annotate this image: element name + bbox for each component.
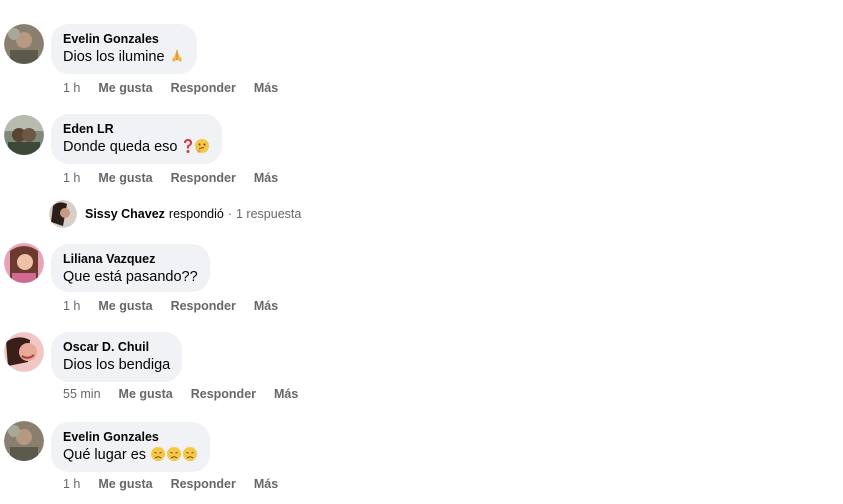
disappointed-face-icon — [150, 446, 166, 468]
comment-time[interactable]: 1 h — [63, 476, 80, 492]
replies-summary[interactable]: Sissy Chavez respondió · 1 respuesta — [49, 200, 301, 228]
comment-bubble: Liliana Vazquez Que está pasando?? — [51, 244, 210, 292]
avatar[interactable] — [4, 115, 44, 155]
comment-text-content: Donde queda eso — [63, 139, 178, 155]
comment-text: Qué lugar es — [63, 445, 198, 468]
more-button[interactable]: Más — [254, 170, 278, 186]
comment-text: Que está pasando?? — [63, 269, 198, 285]
comment-text-content: Dios los ilumine — [63, 49, 165, 65]
comment-time[interactable]: 1 h — [63, 170, 80, 186]
like-button[interactable]: Me gusta — [98, 298, 152, 314]
comment-text: Donde queda eso — [63, 137, 210, 160]
reply-button[interactable]: Responder — [171, 170, 236, 186]
red-question-mark-icon — [182, 138, 194, 160]
more-button[interactable]: Más — [254, 80, 278, 96]
comment-time[interactable]: 55 min — [63, 386, 101, 402]
disappointed-face-icon — [166, 446, 182, 468]
avatar[interactable] — [4, 421, 44, 461]
comment-author[interactable]: Evelin Gonzales — [63, 31, 185, 47]
comment-bubble: Oscar D. Chuil Dios los bendiga — [51, 332, 183, 382]
reply-button[interactable]: Responder — [191, 386, 256, 402]
comment-text: Dios los bendiga — [63, 357, 171, 373]
avatar[interactable] — [4, 24, 44, 64]
reply-button[interactable]: Responder — [171, 476, 236, 492]
like-button[interactable]: Me gusta — [98, 80, 152, 96]
more-button[interactable]: Más — [274, 386, 298, 402]
thinking-face-icon — [194, 138, 210, 160]
comment-bubble: Eden LR Donde queda eso — [51, 114, 222, 164]
more-button[interactable]: Más — [254, 298, 278, 314]
disappointed-face-icon — [182, 446, 198, 468]
comment-author[interactable]: Liliana Vazquez — [63, 251, 198, 267]
comment-author[interactable]: Eden LR — [63, 121, 210, 137]
comment-actions: 55 min Me gusta Responder Más — [63, 386, 316, 402]
comment-time[interactable]: 1 h — [63, 80, 80, 96]
comment-actions: 1 h Me gusta Responder Más — [63, 476, 296, 492]
reply-author: Sissy Chavez — [85, 207, 165, 221]
comment-author[interactable]: Oscar D. Chuil — [63, 339, 170, 355]
reply-button[interactable]: Responder — [171, 298, 236, 314]
reply-count: 1 respuesta — [236, 207, 302, 221]
comment-text-content: Qué lugar es — [63, 447, 147, 463]
comment-author[interactable]: Evelin Gonzales — [63, 429, 198, 445]
comment-actions: 1 h Me gusta Responder Más — [63, 80, 296, 96]
reply-verb: respondió — [168, 207, 224, 221]
comment-bubble: Evelin Gonzales Qué lugar es — [51, 422, 211, 472]
folded-hands-icon — [169, 48, 185, 70]
comment-actions: 1 h Me gusta Responder Más — [63, 298, 296, 314]
like-button[interactable]: Me gusta — [98, 170, 152, 186]
comment-text: Dios los ilumine — [63, 47, 185, 70]
comment-bubble: Evelin Gonzales Dios los ilumine — [51, 24, 197, 74]
reply-button[interactable]: Responder — [171, 80, 236, 96]
comment-actions: 1 h Me gusta Responder Más — [63, 170, 296, 186]
avatar[interactable] — [4, 243, 44, 283]
avatar — [49, 200, 77, 228]
comment-time[interactable]: 1 h — [63, 298, 80, 314]
like-button[interactable]: Me gusta — [119, 386, 173, 402]
more-button[interactable]: Más — [254, 476, 278, 492]
reply-separator: · — [227, 207, 232, 221]
like-button[interactable]: Me gusta — [98, 476, 152, 492]
avatar[interactable] — [4, 332, 44, 372]
